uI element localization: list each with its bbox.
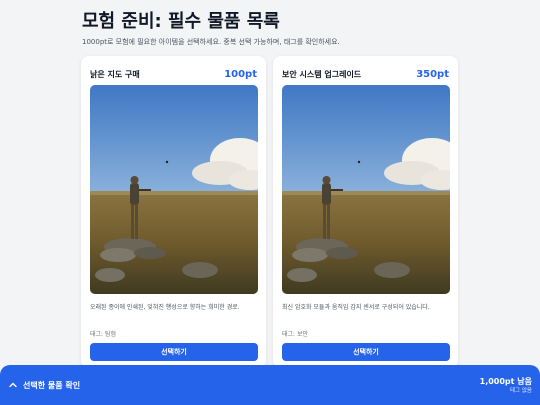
page-title: 모험 준비: 필수 물품 목록: [82, 11, 280, 32]
selected-items-toggle[interactable]: 선택한 물품 확인: [8, 380, 80, 391]
points-summary: 1,000pt 남음 태그 없음: [480, 376, 532, 395]
selected-items-label: 선택한 물품 확인: [23, 380, 81, 390]
item-card: 낡은 지도 구매 100pt 오래된 종이에 인쇄된, 잊혀진 행성으로 향하는…: [81, 56, 266, 368]
explorer-photo: [282, 85, 450, 294]
card-price: 100pt: [224, 68, 257, 80]
card-description: 오래된 종이에 인쇄된, 잊혀진 행성으로 향하는 희미한 경로.: [90, 304, 240, 311]
chevron-up-icon: [9, 382, 17, 388]
card-tag: 태그: 탐험: [90, 331, 117, 338]
card-description: 최신 암호화 모듈과 움직임 감지 센서로 구성되어 있습니다.: [282, 304, 430, 311]
item-card: 보안 시스템 업그레이드 350pt 최신 암호화 모듈과 움직임 감지 센서로…: [273, 56, 458, 368]
select-button[interactable]: 선택하기: [282, 343, 450, 361]
card-price: 350pt: [416, 68, 449, 80]
card-title: 보안 시스템 업그레이드: [282, 69, 362, 79]
card-title: 낡은 지도 구매: [90, 69, 140, 79]
explorer-photo: [90, 85, 258, 294]
card-header: 낡은 지도 구매 100pt: [90, 66, 257, 82]
select-button[interactable]: 선택하기: [90, 343, 258, 361]
selected-items-bar[interactable]: 선택한 물품 확인 1,000pt 남음 태그 없음: [0, 365, 540, 405]
page-subtitle: 1000pt로 모험에 필요한 아이템을 선택하세요. 중복 선택 가능하며, …: [82, 38, 340, 46]
card-image: [90, 85, 258, 294]
card-image: [282, 85, 450, 294]
card-header: 보안 시스템 업그레이드 350pt: [282, 66, 449, 82]
points-remaining: 1,000pt 남음: [479, 376, 532, 386]
card-tag: 태그: 보안: [282, 331, 309, 338]
tags-status: 태그 없음: [510, 387, 532, 394]
page-header: 모험 준비: 필수 물품 목록 1000pt로 모험에 필요한 아이템을 선택하…: [82, 10, 482, 47]
